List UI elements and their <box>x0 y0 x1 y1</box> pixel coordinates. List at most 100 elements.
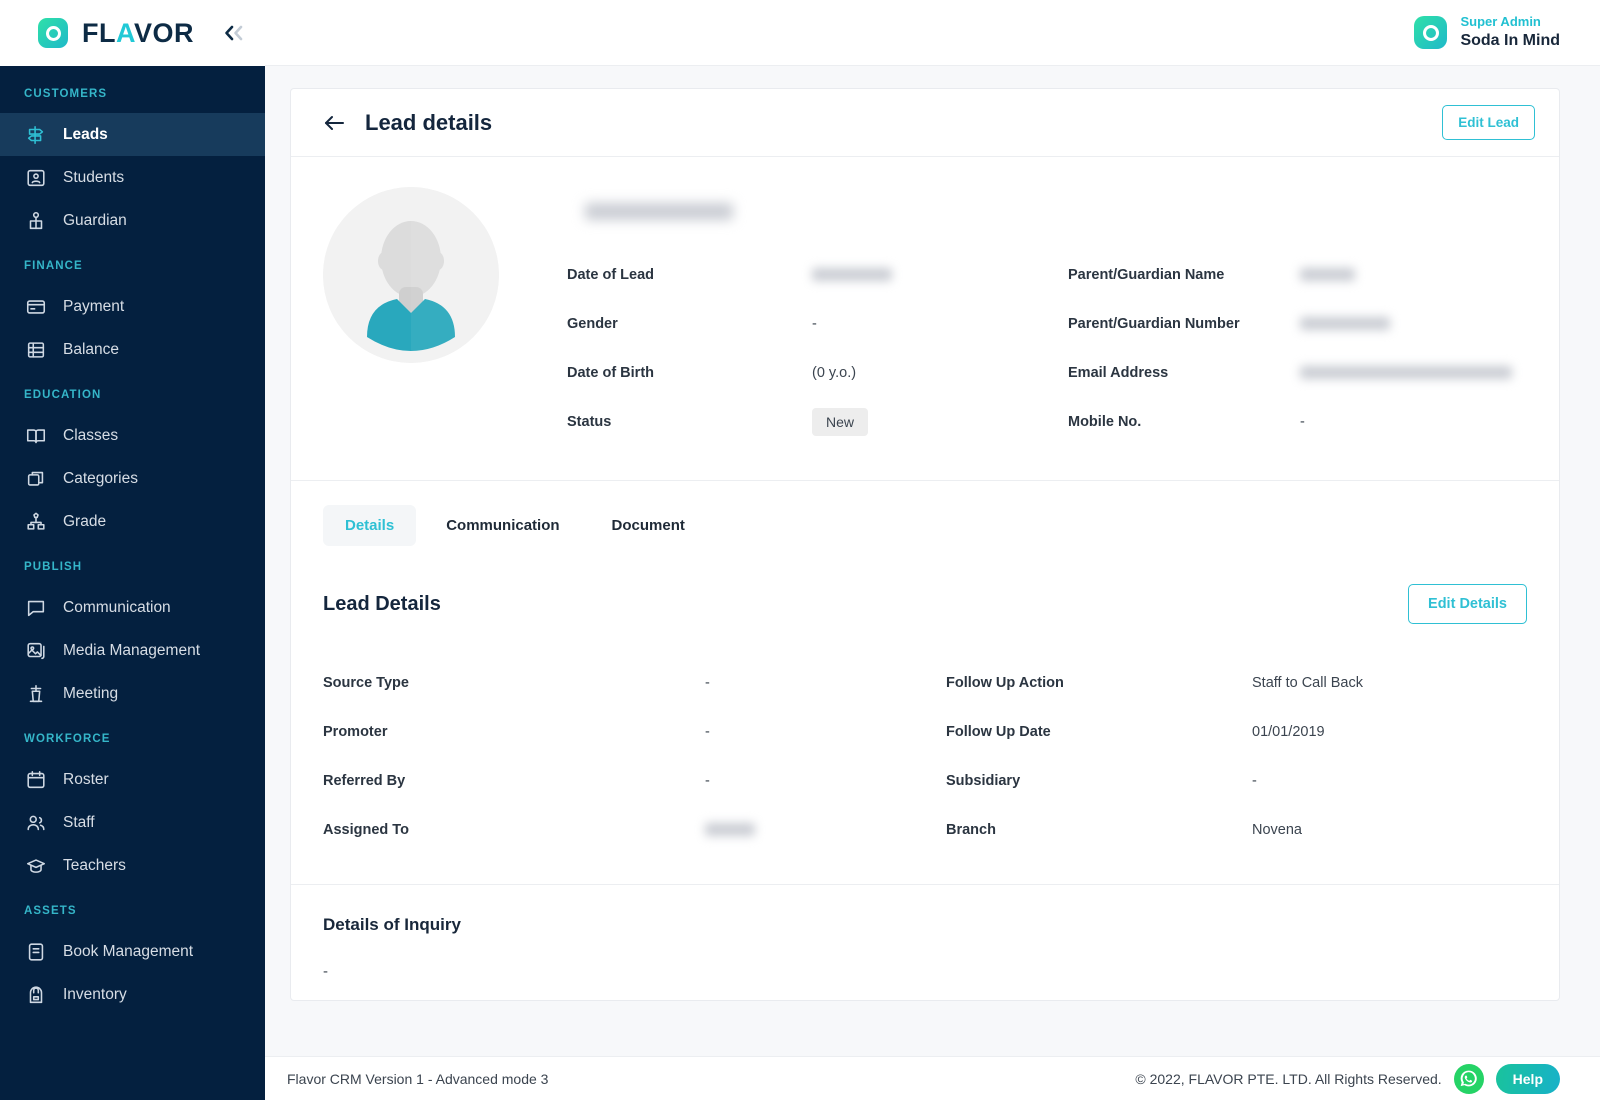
field-row: Branch Novena <box>946 805 1527 854</box>
chat-bubble-icon <box>27 600 45 616</box>
help-button[interactable]: Help <box>1495 1063 1560 1094</box>
field-label: Mobile No. <box>1068 413 1142 430</box>
field-value: Novena <box>1252 821 1302 838</box>
main-area: Super Admin Soda In Mind Lead details Ed… <box>265 0 1600 1100</box>
sidebar-item-label: Book Management <box>63 942 194 960</box>
boxes-icon <box>27 471 44 486</box>
guardian-icon <box>29 211 43 229</box>
id-card-icon <box>27 169 45 186</box>
redacted-value <box>1300 268 1355 281</box>
user-profile-menu[interactable]: Super Admin Soda In Mind <box>1414 14 1560 50</box>
sidebar-item-payment[interactable]: Payment <box>0 285 265 328</box>
lead-profile-section: Date of Lead Gender - Date of Birth (0 y.o.)… <box>291 157 1559 481</box>
sidebar-item-leads[interactable]: Leads <box>0 113 265 156</box>
field-label: Source Type <box>323 674 409 691</box>
field-row: Mobile No. - <box>1068 397 1527 446</box>
sidebar-group: CUSTOMERS Leads Students Guardian <box>0 88 265 242</box>
lead-details-card: Lead details Edit Lead Date of Lead Gend… <box>290 88 1560 1001</box>
field-value: (0 y.o.) <box>812 364 857 381</box>
field-row: Status New <box>567 397 1026 446</box>
lead-details-section: Lead Details Edit Details Source Type - Pr… <box>291 546 1559 885</box>
field-label: Branch <box>946 821 996 838</box>
sidebar-item-students[interactable]: Students <box>0 156 265 199</box>
sidebar-group: FINANCE Payment Balance <box>0 260 265 371</box>
field-label: Promoter <box>323 723 388 740</box>
field-value: - <box>705 674 710 691</box>
sidebar-item-label: Classes <box>63 426 119 444</box>
field-label: Gender <box>567 315 618 332</box>
edit-lead-button[interactable]: Edit Lead <box>1442 105 1535 140</box>
field-label: Date of Lead <box>567 266 655 283</box>
sidebar-group: WORKFORCE Roster Staff Teachers <box>0 733 265 887</box>
field-row: Referred By - <box>323 756 904 805</box>
flavor-logo-icon <box>38 18 68 48</box>
sidebar-item-meeting[interactable]: Meeting <box>0 672 265 715</box>
field-label: Email Address <box>1068 364 1169 381</box>
calendar-icon <box>27 770 45 788</box>
field-value: - <box>705 723 710 740</box>
sidebar-group-label: CUSTOMERS <box>24 88 108 100</box>
field-row: Promoter - <box>323 707 904 756</box>
field-label: Status <box>567 413 612 430</box>
sidebar-item-label: Leads <box>63 125 108 143</box>
sidebar-item-label: Guardian <box>63 211 127 229</box>
field-row: Date of Birth (0 y.o.) <box>567 348 1026 397</box>
sidebar-group-label: EDUCATION <box>24 389 102 401</box>
arrow-left-icon[interactable] <box>323 114 345 132</box>
brand-name-accent: A <box>116 17 134 48</box>
sidebar-group-label: PUBLISH <box>24 561 83 573</box>
sidebar-group-label: ASSETS <box>24 905 77 917</box>
inquiry-value: - <box>323 963 328 980</box>
field-row: Assigned To <box>323 805 904 854</box>
field-value: - <box>812 315 817 332</box>
sidebar-item-staff[interactable]: Staff <box>0 801 265 844</box>
sidebar-item-balance[interactable]: Balance <box>0 328 265 371</box>
field-row: Date of Lead <box>567 250 1026 299</box>
lead-name-redacted <box>585 203 733 220</box>
copyright-text: © 2022, FLAVOR PTE. LTD. All Rights Rese… <box>1135 1070 1442 1087</box>
graduation-cap-icon <box>26 858 46 873</box>
sidebar-item-inventory[interactable]: Inventory <box>0 973 265 1016</box>
page-title: Lead details <box>365 109 493 135</box>
footer: Flavor CRM Version 1 - Advanced mode 3 ©… <box>265 1056 1600 1100</box>
sidebar-item-book-management[interactable]: Book Management <box>0 930 265 973</box>
double-chevron-left-icon[interactable] <box>222 24 248 42</box>
sidebar-group-label: WORKFORCE <box>24 733 111 745</box>
sidebar-item-media-management[interactable]: Media Management <box>0 629 265 672</box>
sidebar-item-teachers[interactable]: Teachers <box>0 844 265 887</box>
tab-document[interactable]: Document <box>590 505 707 546</box>
sidebar: FLAVOR CUSTOMERS Leads Students Guardian FIN… <box>0 0 265 1100</box>
avatar <box>323 187 499 363</box>
details-of-inquiry-section: Details of Inquiry - <box>291 885 1559 1000</box>
lead-details-left: Source Type - Promoter - Referred By - Assigne… <box>323 658 904 854</box>
sidebar-item-communication[interactable]: Communication <box>0 586 265 629</box>
credit-card-icon <box>26 299 46 314</box>
sidebar-item-grade[interactable]: Grade <box>0 500 265 543</box>
redacted-value <box>812 268 892 281</box>
sidebar-item-guardian[interactable]: Guardian <box>0 199 265 242</box>
tab-communication[interactable]: Communication <box>424 505 581 546</box>
sidebar-item-label: Staff <box>63 813 95 831</box>
card-header: Lead details Edit Lead <box>291 89 1559 157</box>
sidebar-group: PUBLISH Communication Media Management Meet… <box>0 561 265 715</box>
people-icon <box>27 815 45 830</box>
sidebar-group: EDUCATION Classes Categories Grade <box>0 389 265 543</box>
whatsapp-icon[interactable] <box>1453 1063 1484 1094</box>
sidebar-nav: CUSTOMERS Leads Students Guardian FINANCE Pay… <box>0 66 265 1100</box>
sidebar-item-label: Roster <box>63 770 109 788</box>
sidebar-item-roster[interactable]: Roster <box>0 758 265 801</box>
field-label: Follow Up Action <box>946 674 1064 691</box>
app-version: Flavor CRM Version 1 - Advanced mode 3 <box>287 1070 549 1087</box>
coins-stack-icon <box>27 341 45 358</box>
sidebar-item-label: Balance <box>63 340 120 358</box>
sidebar-item-categories[interactable]: Categories <box>0 457 265 500</box>
field-label: Assigned To <box>323 821 409 838</box>
tab-details[interactable]: Details <box>323 505 417 546</box>
field-row: Parent/Guardian Name <box>1068 250 1527 299</box>
field-label: Date of Birth <box>567 364 654 381</box>
sidebar-group: ASSETS Book Management Inventory <box>0 905 265 1016</box>
user-role: Super Admin <box>1460 14 1541 30</box>
sidebar-item-classes[interactable]: Classes <box>0 414 265 457</box>
edit-details-button[interactable]: Edit Details <box>1408 584 1527 624</box>
inquiry-title: Details of Inquiry <box>323 915 461 934</box>
